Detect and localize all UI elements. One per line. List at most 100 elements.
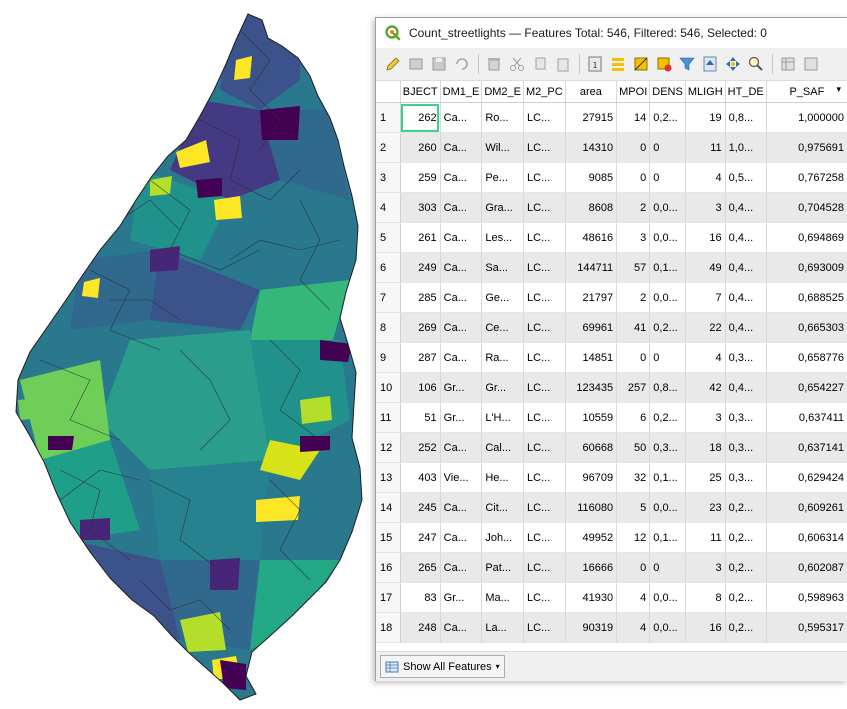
save-icon[interactable] — [428, 53, 450, 75]
table-row[interactable]: 16 265 Ca... Pat... LC... 16666 0 0 3 0,2... 0,602… — [376, 552, 847, 583]
table-cell[interactable]: 0,658776 — [766, 342, 847, 373]
table-cell[interactable]: 3 — [616, 222, 651, 253]
table-cell[interactable]: Joh... — [481, 522, 525, 553]
table-row[interactable]: 7 285 Ca... Ge... LC... 21797 2 0,0... 7 0,4... 0,… — [376, 282, 847, 313]
organize-icon[interactable] — [777, 53, 799, 75]
table-cell[interactable]: Pe... — [481, 162, 525, 193]
table-cell[interactable]: 25 — [685, 462, 726, 493]
table-cell[interactable]: 0,637141 — [766, 432, 847, 463]
table-cell[interactable]: 0,609261 — [766, 492, 847, 523]
table-cell[interactable]: Gra... — [481, 192, 525, 223]
table-cell[interactable]: 259 — [400, 162, 441, 193]
table-cell[interactable]: LC... — [523, 402, 566, 433]
table-cell[interactable]: 403 — [400, 462, 441, 493]
table-cell[interactable]: Gr... — [440, 402, 483, 433]
table-cell[interactable]: Ca... — [440, 252, 483, 283]
table-cell[interactable]: 48616 — [565, 222, 618, 253]
table-cell[interactable]: 303 — [400, 192, 441, 223]
table-row[interactable]: 4 303 Ca... Gra... LC... 8608 2 0,0... 3 0,4... 0,… — [376, 192, 847, 223]
table-cell[interactable]: 51 — [400, 402, 441, 433]
table-cell[interactable]: LC... — [523, 342, 566, 373]
deselect-icon[interactable] — [653, 53, 675, 75]
table-cell[interactable]: LC... — [523, 462, 566, 493]
corner-header[interactable] — [376, 81, 401, 103]
table-cell[interactable]: 0,2... — [725, 612, 767, 643]
row-number[interactable]: 12 — [376, 432, 401, 463]
invert-selection-icon[interactable] — [630, 53, 652, 75]
table-cell[interactable]: 11 — [685, 522, 726, 553]
table-cell[interactable]: 23 — [685, 492, 726, 523]
table-cell[interactable]: Ca... — [440, 102, 483, 133]
table-row[interactable]: 17 83 Gr... Ma... LC... 41930 4 0,0... 8 0,2... 0,… — [376, 582, 847, 613]
table-cell[interactable]: Ca... — [440, 282, 483, 313]
row-number[interactable]: 4 — [376, 192, 401, 223]
table-cell[interactable]: 0,4... — [725, 222, 767, 253]
table-cell[interactable]: Ma... — [481, 582, 525, 613]
table-cell[interactable]: LC... — [523, 612, 566, 643]
table-cell[interactable]: He... — [481, 462, 525, 493]
table-cell[interactable]: Vie... — [440, 462, 483, 493]
table-cell[interactable]: Ca... — [440, 132, 483, 163]
table-row[interactable]: 9 287 Ca... Ra... LC... 14851 0 0 4 0,3... 0,65877… — [376, 342, 847, 373]
pencil-icon[interactable] — [382, 53, 404, 75]
table-cell[interactable]: Ca... — [440, 222, 483, 253]
table-cell[interactable]: Ca... — [440, 342, 483, 373]
table-cell[interactable]: LC... — [523, 432, 566, 463]
table-row[interactable]: 10 106 Gr... Gr... LC... 123435 257 0,8... 42 0,4… — [376, 372, 847, 403]
table-cell[interactable]: 16 — [685, 222, 726, 253]
table-cell[interactable]: 0,3... — [725, 432, 767, 463]
table-cell[interactable]: 0,4... — [725, 312, 767, 343]
table-cell[interactable]: LC... — [523, 522, 566, 553]
table-cell[interactable]: Gr... — [481, 372, 525, 403]
row-number[interactable]: 18 — [376, 612, 401, 643]
table-cell[interactable]: LC... — [523, 492, 566, 523]
column-header[interactable]: DENS — [649, 81, 686, 103]
table-cell[interactable]: 0,2... — [725, 552, 767, 583]
table-cell[interactable]: 0,3... — [725, 462, 767, 493]
table-cell[interactable]: 10559 — [565, 402, 618, 433]
table-cell[interactable]: 14310 — [565, 132, 618, 163]
table-cell[interactable]: 42 — [685, 372, 726, 403]
column-header[interactable]: M2_PC — [523, 81, 566, 103]
row-number[interactable]: 10 — [376, 372, 401, 403]
table-cell[interactable]: 0,704528 — [766, 192, 847, 223]
table-cell[interactable]: 0,3... — [725, 402, 767, 433]
table-cell[interactable]: 9085 — [565, 162, 618, 193]
table-cell[interactable]: 2 — [616, 192, 651, 223]
table-cell[interactable]: Ca... — [440, 522, 483, 553]
table-cell[interactable]: LC... — [523, 222, 566, 253]
table-cell[interactable]: Ra... — [481, 342, 525, 373]
table-cell[interactable]: 0,693009 — [766, 252, 847, 283]
table-cell[interactable]: 245 — [400, 492, 441, 523]
table-cell[interactable]: 32 — [616, 462, 651, 493]
table-cell[interactable]: 257 — [616, 372, 651, 403]
table-cell[interactable]: Sa... — [481, 252, 525, 283]
table-cell[interactable]: 0,637411 — [766, 402, 847, 433]
table-cell[interactable]: 0,4... — [725, 192, 767, 223]
table-cell[interactable]: 249 — [400, 252, 441, 283]
table-cell[interactable]: 5 — [616, 492, 651, 523]
table-cell[interactable]: 265 — [400, 552, 441, 583]
column-header[interactable]: MPOI — [616, 81, 651, 103]
table-cell[interactable]: 0,3... — [649, 432, 686, 463]
table-cell[interactable]: 4 — [685, 342, 726, 373]
calculator-icon[interactable]: 1 — [584, 53, 606, 75]
table-cell[interactable]: 21797 — [565, 282, 618, 313]
table-cell[interactable]: 116080 — [565, 492, 618, 523]
table-cell[interactable]: 49952 — [565, 522, 618, 553]
table-cell[interactable]: 0,2... — [725, 492, 767, 523]
table-cell[interactable]: 261 — [400, 222, 441, 253]
table-cell[interactable]: 0,0... — [649, 282, 686, 313]
table-cell[interactable]: 19 — [685, 102, 726, 133]
row-number[interactable]: 9 — [376, 342, 401, 373]
row-number[interactable]: 16 — [376, 552, 401, 583]
table-cell[interactable]: 27915 — [565, 102, 618, 133]
table-cell[interactable]: 0,767258 — [766, 162, 847, 193]
table-cell[interactable]: 2 — [616, 282, 651, 313]
table-cell[interactable]: 14 — [616, 102, 651, 133]
table-cell[interactable]: 0,1... — [649, 462, 686, 493]
table-cell[interactable]: 0,4... — [725, 282, 767, 313]
table-cell[interactable]: 123435 — [565, 372, 618, 403]
table-cell[interactable]: 8 — [685, 582, 726, 613]
table-cell[interactable]: 0 — [649, 132, 686, 163]
